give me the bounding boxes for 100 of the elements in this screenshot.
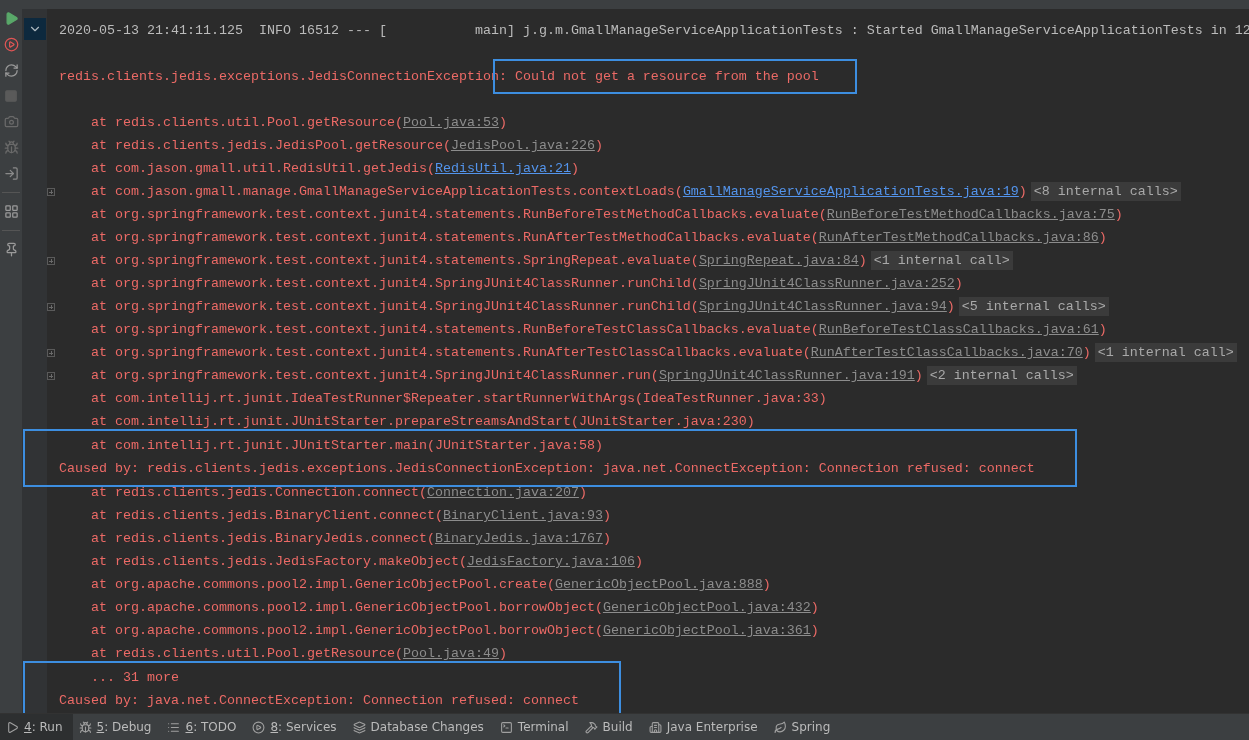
source-link[interactable]: SpringJUnit4ClassRunner.java:191 — [658, 368, 915, 383]
expand-icon[interactable] — [47, 187, 55, 196]
console-text: ) — [1018, 184, 1027, 199]
console-text: at org.springframework.test.context.junit4.statements.RunAfterTestClassCallbacks.evaluate( — [91, 345, 811, 360]
tool-window-tab[interactable]: Java Enterprise — [642, 714, 768, 740]
tool-window-tab[interactable]: Build — [578, 714, 643, 740]
internal-calls-label[interactable]: <1 internal call> — [1094, 343, 1237, 362]
console-text: at org.springframework.test.context.junit4.statements.RunAfterTestMethodCallbacks.evaluate( — [91, 230, 819, 245]
source-link[interactable]: GenericObjectPool.java:432 — [602, 600, 811, 615]
console-text: ) — [1098, 322, 1107, 337]
source-link[interactable]: RunBeforeTestClassCallbacks.java:61 — [818, 322, 1099, 337]
source-link[interactable]: RedisUtil.java:21 — [434, 161, 571, 176]
source-link[interactable]: GmallManageServiceApplicationTests.java:19 — [682, 184, 1019, 199]
console-text: at com.intellij.rt.junit.JUnitStarter.main(JUnitStarter.java:58) — [91, 438, 603, 453]
tool-window-tab[interactable]: Database Changes — [346, 714, 494, 740]
services-icon — [252, 720, 266, 734]
console-text: at redis.clients.jedis.BinaryClient.connect( — [91, 508, 443, 523]
console-text: at org.springframework.test.context.junit4.statements.RunBeforeTestClassCallbacks.evaluate( — [91, 322, 819, 337]
console-text: at redis.clients.util.Pool.getResource( — [91, 646, 403, 661]
console-text: ) — [578, 485, 587, 500]
console-text: ) — [634, 554, 643, 569]
source-link[interactable]: SpringJUnit4ClassRunner.java:252 — [698, 276, 955, 291]
source-link[interactable]: RunAfterTestMethodCallbacks.java:86 — [818, 230, 1099, 245]
exit-icon[interactable] — [3, 166, 19, 181]
layout-icon[interactable] — [3, 204, 19, 219]
console-text: 2020-05-13 21:41:11.125 INFO 16512 --- [ main] j.g.m.GmallManageServiceApplicationTests : Started GmallManageServiceApplicationTests in 12 — [59, 23, 1249, 38]
enterprise-icon — [648, 720, 662, 734]
source-link[interactable]: RunAfterTestClassCallbacks.java:70 — [810, 345, 1083, 360]
console-text: at redis.clients.jedis.JedisFactory.makeObject( — [91, 554, 467, 569]
bug-icon[interactable] — [3, 140, 19, 155]
console-text: at org.apache.commons.pool2.impl.GenericObjectPool.create( — [91, 577, 555, 592]
source-link[interactable]: SpringRepeat.java:84 — [698, 253, 859, 268]
console-text: ) — [570, 161, 579, 176]
console-text: ) — [946, 299, 955, 314]
source-link[interactable]: JedisPool.java:226 — [450, 138, 595, 153]
console-text: ) — [810, 600, 819, 615]
tool-window-tab[interactable]: 8: Services — [246, 714, 347, 740]
console-text: at com.intellij.rt.junit.IdeaTestRunner$Repeater.startRunnerWithArgs(IdeaTestRunner.java:33) — [91, 391, 827, 406]
console-text: at com.intellij.rt.junit.JUnitStarter.prepareStreamsAndStart(JUnitStarter.java:230) — [91, 414, 755, 429]
console-text: ... 31 more — [91, 670, 179, 685]
expand-icon[interactable] — [47, 348, 55, 357]
source-link[interactable]: Pool.java:49 — [402, 646, 499, 661]
debug-icon — [78, 720, 92, 734]
tool-window-tab[interactable]: Terminal — [493, 714, 579, 740]
todo-icon — [167, 720, 181, 734]
run-icon — [6, 720, 19, 734]
camera-icon[interactable] — [3, 114, 19, 129]
source-link[interactable]: JedisFactory.java:106 — [466, 554, 635, 569]
database-icon — [352, 720, 366, 734]
source-link[interactable]: BinaryClient.java:93 — [442, 508, 603, 523]
console-text: at org.apache.commons.pool2.impl.GenericObjectPool.borrowObject( — [91, 600, 603, 615]
tool-window-tab[interactable]: Spring — [767, 714, 841, 740]
expand-icon[interactable] — [47, 256, 55, 265]
source-link[interactable]: RunBeforeTestMethodCallbacks.java:75 — [826, 207, 1115, 222]
source-link[interactable]: GenericObjectPool.java:888 — [554, 577, 763, 592]
console-text: Caused by: java.net.ConnectException: Connection refused: connect — [59, 693, 579, 708]
console-text: ) — [1082, 345, 1091, 360]
source-link[interactable]: Pool.java:53 — [402, 115, 499, 130]
collapse-button[interactable] — [23, 18, 46, 40]
rerun-failed-icon[interactable] — [3, 37, 19, 52]
console-text: ) — [1114, 207, 1123, 222]
source-link[interactable]: GenericObjectPool.java:361 — [602, 623, 811, 638]
console-text: at com.jason.gmall.util.RedisUtil.getJedis( — [91, 161, 435, 176]
tool-window-tab[interactable]: 6: TODO — [161, 714, 247, 740]
console-text: ) — [858, 253, 867, 268]
console-text: ) — [810, 623, 819, 638]
stop-icon[interactable] — [4, 89, 18, 103]
console-text: ) — [498, 115, 507, 130]
run-icon[interactable] — [3, 11, 19, 26]
console-text: at redis.clients.jedis.BinaryJedis.connect( — [91, 531, 435, 546]
console-text: at org.springframework.test.context.junit4.SpringJUnit4ClassRunner.runChild( — [91, 276, 699, 291]
internal-calls-label[interactable]: <5 internal calls> — [958, 297, 1109, 316]
console-text: ) — [602, 508, 611, 523]
internal-calls-label[interactable]: <2 internal calls> — [926, 366, 1077, 385]
expand-icon[interactable] — [47, 371, 55, 380]
console-text: at org.springframework.test.context.junit4.SpringJUnit4ClassRunner.run( — [91, 368, 659, 383]
source-link[interactable]: SpringJUnit4ClassRunner.java:94 — [698, 299, 947, 314]
console-text: ) — [954, 276, 963, 291]
console-text: at redis.clients.jedis.Connection.connect( — [91, 485, 427, 500]
console-text: ) — [498, 646, 507, 661]
console-text: at org.springframework.test.context.junit4.SpringJUnit4ClassRunner.runChild( — [91, 299, 699, 314]
refresh-icon[interactable] — [3, 63, 19, 78]
source-link[interactable]: Connection.java:207 — [426, 485, 579, 500]
source-link[interactable]: BinaryJedis.java:1767 — [434, 531, 603, 546]
pin-icon[interactable] — [3, 242, 19, 257]
tool-window-tab[interactable]: 5: Debug — [72, 714, 162, 740]
console-text: Caused by: redis.clients.jedis.exceptions.JedisConnectionException: java.net.ConnectException: Connection refused: connect — [59, 461, 1035, 476]
console-text: at org.apache.commons.pool2.impl.GenericObjectPool.borrowObject( — [91, 623, 603, 638]
error-message: : Could not get a resource from the pool — [498, 69, 819, 84]
console-text: at org.springframework.test.context.junit4.statements.RunBeforeTestMethodCallbacks.evaluate( — [91, 207, 827, 222]
tool-window-tab[interactable]: 4: Run — [0, 714, 73, 740]
console-text: ) — [914, 368, 923, 383]
console-text: ) — [602, 531, 611, 546]
expand-icon[interactable] — [47, 302, 55, 311]
console-text: at redis.clients.jedis.JedisPool.getResource( — [91, 138, 451, 153]
internal-calls-label[interactable]: <1 internal call> — [870, 251, 1013, 270]
internal-calls-label[interactable]: <8 internal calls> — [1030, 182, 1181, 201]
terminal-icon — [499, 720, 513, 734]
console-text: ) — [594, 138, 603, 153]
console-text: at org.springframework.test.context.junit4.statements.SpringRepeat.evaluate( — [91, 253, 699, 268]
